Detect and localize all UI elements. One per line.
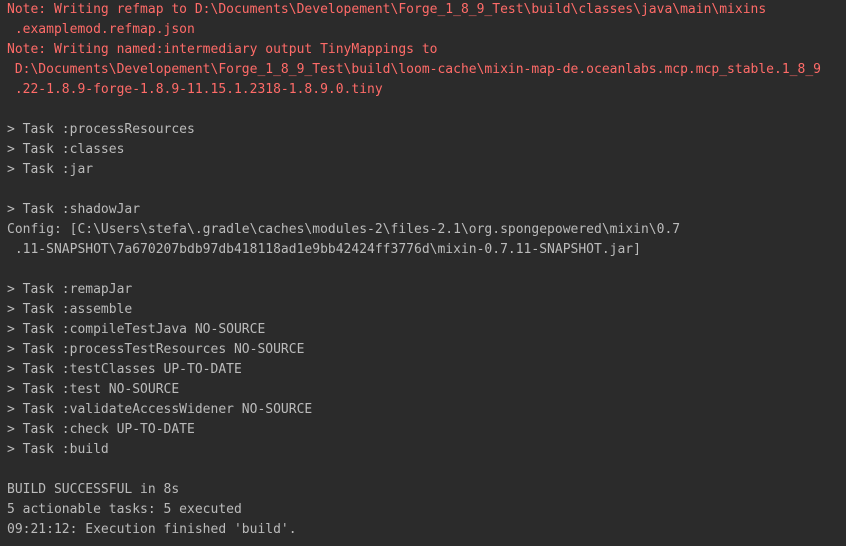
- console-output-line: .11-SNAPSHOT\7a670207bdb97db418118ad1e9b…: [7, 242, 641, 257]
- console-note-line: Note: Writing named:intermediary output …: [7, 42, 438, 57]
- console-note-line: D:\Documents\Developement\Forge_1_8_9_Te…: [7, 62, 821, 77]
- console-output-line: > Task :shadowJar: [7, 202, 141, 217]
- console-output-line: > Task :jar: [7, 162, 94, 177]
- console-output-line: > Task :processTestResources NO-SOURCE: [7, 342, 305, 357]
- console-output-line: > Task :validateAccessWidener NO-SOURCE: [7, 402, 313, 417]
- console-output-line: > Task :classes: [7, 142, 125, 157]
- console-output-line: BUILD SUCCESSFUL in 8s: [7, 482, 180, 497]
- console-output-line: > Task :compileTestJava NO-SOURCE: [7, 322, 266, 337]
- console-output-line: > Task :processResources: [7, 122, 195, 137]
- console-output-line: > Task :build: [7, 442, 109, 457]
- console-note-line: Note: Writing refmap to D:\Documents\Dev…: [7, 2, 767, 17]
- build-output-console[interactable]: Note: Writing refmap to D:\Documents\Dev…: [0, 0, 846, 546]
- console-output-line: > Task :assemble: [7, 302, 133, 317]
- console-output-line: > Task :remapJar: [7, 282, 133, 297]
- console-output-line: 09:21:12: Execution finished 'build'.: [7, 522, 297, 537]
- console-output-line: 5 actionable tasks: 5 executed: [7, 502, 242, 517]
- console-output-line: > Task :testClasses UP-TO-DATE: [7, 362, 242, 377]
- console-output-line: Config: [C:\Users\stefa\.gradle\caches\m…: [7, 222, 681, 237]
- console-output-line: > Task :check UP-TO-DATE: [7, 422, 195, 437]
- console-output-line: > Task :test NO-SOURCE: [7, 382, 180, 397]
- console-note-line: .examplemod.refmap.json: [7, 22, 195, 37]
- console-note-line: .22-1.8.9-forge-1.8.9-11.15.1.2318-1.8.9…: [7, 82, 383, 97]
